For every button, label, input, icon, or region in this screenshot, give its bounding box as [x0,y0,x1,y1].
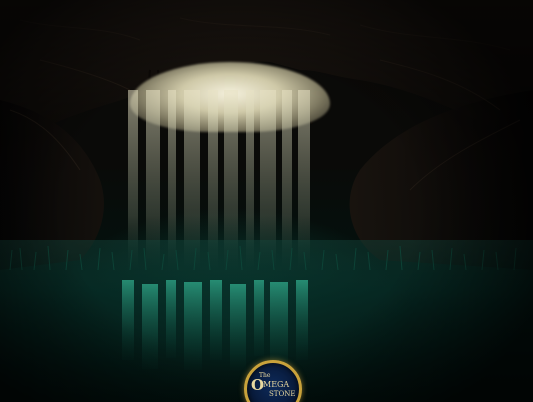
light-reflection-on-water [122,280,308,370]
logo-mega: MEGA [263,380,289,389]
game-scene: The O MEGA STONE [0,0,533,402]
omega-stone-logo[interactable]: The O MEGA STONE [244,360,302,402]
logo-stone: STONE [269,390,295,398]
logo-lettering: The O MEGA STONE [251,372,295,398]
reeds-shoreline [9,245,517,270]
